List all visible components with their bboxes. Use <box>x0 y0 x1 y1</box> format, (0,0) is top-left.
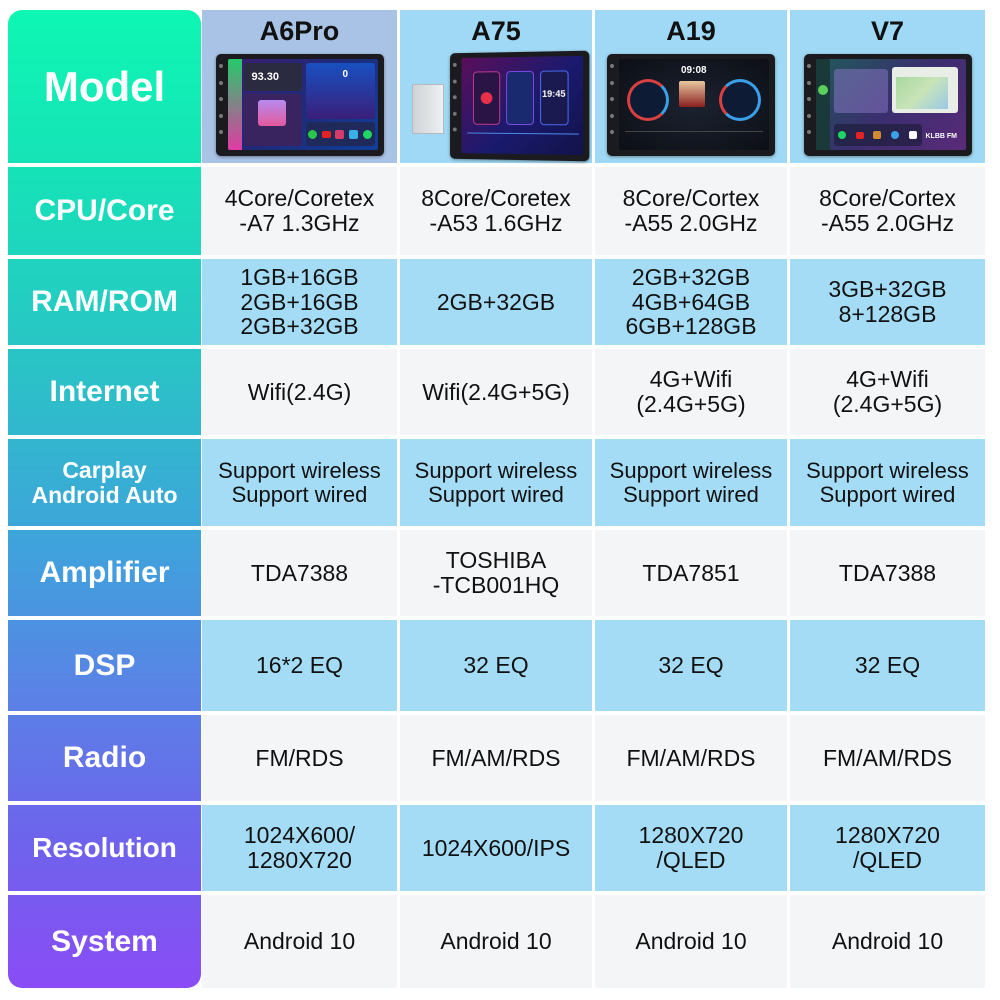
cell-system-a75: Android 10 <box>400 895 592 988</box>
row-label-amplifier: Amplifier <box>39 556 170 589</box>
row-label-radio: Radio <box>62 741 147 774</box>
cell-ram-rom-v7: 3GB+32GB 8+128GB <box>790 259 985 345</box>
car-stereo-a19-icon: 09:08 <box>607 54 775 156</box>
row-label-internet: Internet <box>49 375 160 408</box>
cell-radio-a6pro: FM/RDS <box>202 715 397 801</box>
cell-cpu-a19: 8Core/Cortex -A55 2.0GHz <box>595 167 787 255</box>
cell-amplifier-a19: TDA7851 <box>595 530 787 616</box>
cell-carplay-a19: Support wireless Support wired <box>595 439 787 526</box>
model-name: A6Pro <box>259 16 340 46</box>
row-label-ram-rom: RAM/ROM <box>31 285 178 318</box>
cell-carplay-a6pro: Support wireless Support wired <box>202 439 397 526</box>
cell-resolution-a75: 1024X600/IPS <box>400 805 592 891</box>
model-header-v7: V7 KLBB FM <box>790 10 985 163</box>
cell-amplifier-a6pro: TDA7388 <box>202 530 397 616</box>
row-label-carplay: Carplay Android Auto <box>31 457 178 508</box>
cell-dsp-a19: 32 EQ <box>595 620 787 711</box>
model-header-a75: A75 19:45 <box>400 10 592 163</box>
cell-dsp-a6pro: 16*2 EQ <box>202 620 397 711</box>
cell-cpu-a6pro: 4Core/Coretex -A7 1.3GHz <box>202 167 397 255</box>
cell-system-v7: Android 10 <box>790 895 985 988</box>
cell-carplay-a75: Support wireless Support wired <box>400 439 592 526</box>
mounting-bracket <box>412 84 444 134</box>
cell-ram-rom-a19: 2GB+32GB 4GB+64GB 6GB+128GB <box>595 259 787 345</box>
row-label-dsp: DSP <box>73 648 136 682</box>
cell-amplifier-a75: TOSHIBA -TCB001HQ <box>400 530 592 616</box>
cell-system-a6pro: Android 10 <box>202 895 397 988</box>
cell-radio-v7: FM/AM/RDS <box>790 715 985 801</box>
cell-resolution-a6pro: 1024X600/ 1280X720 <box>202 805 397 891</box>
cell-cpu-v7: 8Core/Cortex -A55 2.0GHz <box>790 167 985 255</box>
row-label-resolution: Resolution <box>32 832 177 863</box>
car-stereo-a75-icon: 19:45 <box>450 50 590 162</box>
car-stereo-a6pro-icon: 93.30 0 <box>215 54 384 156</box>
row-label-system: System <box>51 924 158 958</box>
cell-ram-rom-a75: 2GB+32GB <box>400 259 592 345</box>
cell-internet-a19: 4G+Wifi (2.4G+5G) <box>595 349 787 435</box>
row-label-model: Model <box>43 62 166 110</box>
row-label-column: Model CPU/Core RAM/ROM Internet Carplay … <box>8 10 201 988</box>
cell-resolution-v7: 1280X720 /QLED <box>790 805 985 891</box>
cell-ram-rom-a6pro: 1GB+16GB 2GB+16GB 2GB+32GB <box>202 259 397 345</box>
cell-carplay-v7: Support wireless Support wired <box>790 439 985 526</box>
cell-dsp-a75: 32 EQ <box>400 620 592 711</box>
cell-radio-a19: FM/AM/RDS <box>595 715 787 801</box>
cell-resolution-a19: 1280X720 /QLED <box>595 805 787 891</box>
cell-internet-a6pro: Wifi(2.4G) <box>202 349 397 435</box>
cell-internet-v7: 4G+Wifi (2.4G+5G) <box>790 349 985 435</box>
cell-internet-a75: Wifi(2.4G+5G) <box>400 349 592 435</box>
cell-system-a19: Android 10 <box>595 895 787 988</box>
model-name: V7 <box>870 16 905 46</box>
model-name: A75 <box>471 16 521 46</box>
model-header-a19: A19 09:08 <box>595 10 787 163</box>
model-name: A19 <box>666 16 716 46</box>
row-label-cpu: CPU/Core <box>34 194 175 227</box>
car-stereo-v7-icon: KLBB FM <box>803 54 972 156</box>
cell-cpu-a75: 8Core/Coretex -A53 1.6GHz <box>400 167 592 255</box>
cell-radio-a75: FM/AM/RDS <box>400 715 592 801</box>
cell-dsp-v7: 32 EQ <box>790 620 985 711</box>
model-header-a6pro: A6Pro 93.30 0 <box>202 10 397 163</box>
cell-amplifier-v7: TDA7388 <box>790 530 985 616</box>
